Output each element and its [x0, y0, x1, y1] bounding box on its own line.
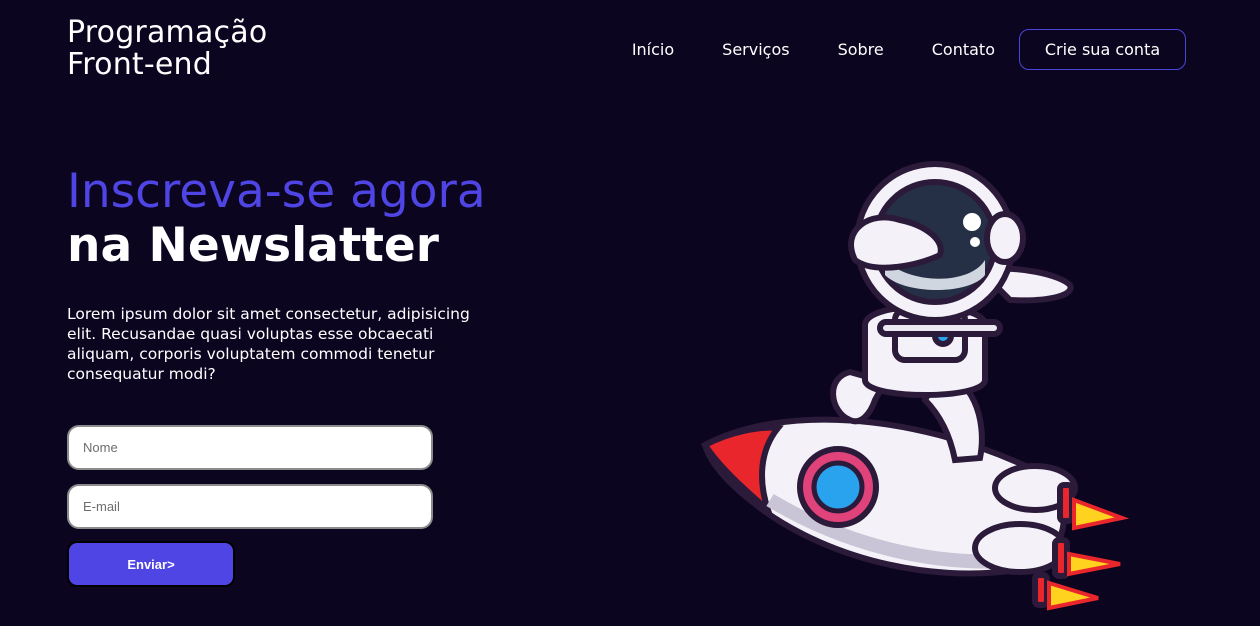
nav-link-contato[interactable]: Contato — [932, 40, 995, 59]
astronaut-on-rocket-illustration — [700, 161, 1130, 611]
name-field — [67, 425, 433, 470]
main-nav: Início Serviços Sobre Contato Crie sua c… — [632, 29, 1186, 70]
submit-button[interactable]: Enviar> — [67, 541, 235, 587]
nav-link-inicio[interactable]: Início — [632, 40, 674, 59]
nav-link-servicos[interactable]: Serviços — [722, 40, 789, 59]
logo-line-1: Programação — [67, 15, 268, 50]
email-input[interactable] — [69, 498, 431, 515]
email-field — [67, 484, 433, 529]
astronaut-icon — [830, 161, 1074, 464]
hero-title: Inscreva-se agora na Newslatter — [67, 165, 486, 273]
hero-title-accent: Inscreva-se agora — [67, 164, 486, 219]
nav-link-sobre[interactable]: Sobre — [838, 40, 884, 59]
logo-line-2: Front-end — [67, 47, 213, 82]
create-account-button[interactable]: Crie sua conta — [1019, 29, 1186, 70]
site-logo[interactable]: Programação Front-end — [67, 17, 267, 81]
hero-title-main: na Newslatter — [67, 218, 439, 273]
rocket-icon — [700, 416, 1130, 611]
hero-description: Lorem ipsum dolor sit amet consectetur, … — [67, 305, 470, 383]
name-input[interactable] — [69, 439, 431, 456]
